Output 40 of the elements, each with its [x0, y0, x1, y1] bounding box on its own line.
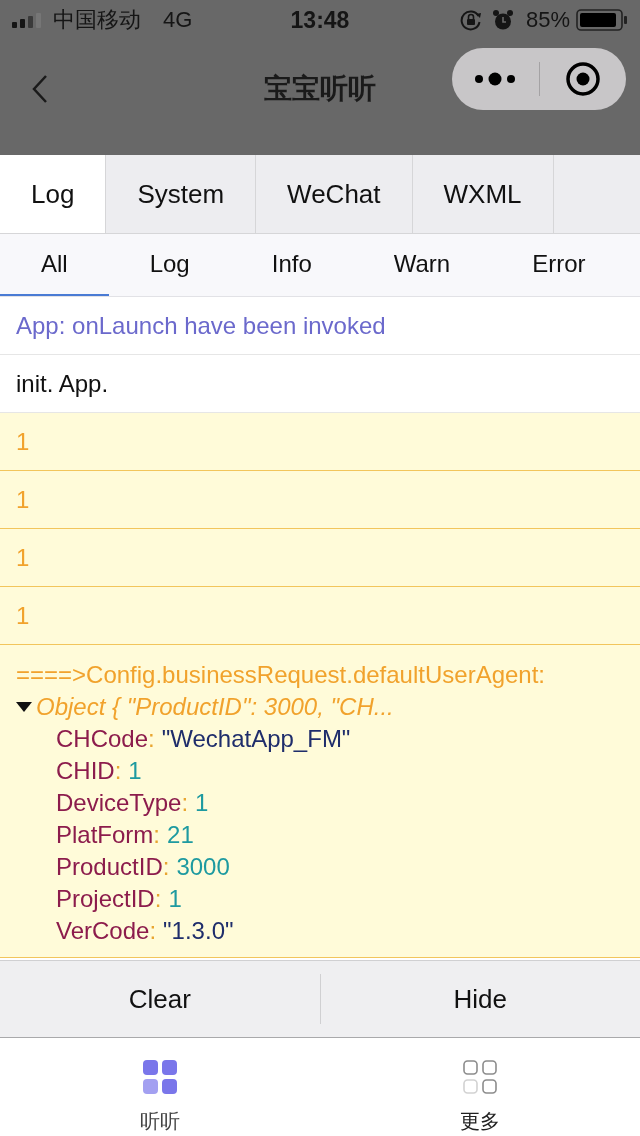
- property-key: ProductID:: [56, 851, 170, 883]
- property-key: CHID:: [56, 755, 122, 787]
- log-entry: 1: [0, 471, 640, 529]
- property-key: DeviceType:: [56, 787, 189, 819]
- panel-tab[interactable]: Log: [0, 155, 107, 233]
- property-key: ProjectID:: [56, 883, 162, 915]
- bottom-tab[interactable]: 更多: [320, 1038, 640, 1136]
- signal-icon: [12, 12, 42, 28]
- action-button[interactable]: Clear: [0, 961, 320, 1037]
- back-icon: [32, 74, 48, 104]
- property-value: "1.3.0": [163, 916, 234, 946]
- rotation-lock-icon: [459, 9, 482, 31]
- battery-percentage: 85%: [525, 7, 570, 33]
- more-icon: [475, 72, 516, 86]
- filter-tab[interactable]: Log: [108, 234, 231, 296]
- log-message: ====>Config.businessRequest.defaultUserAgent:: [16, 660, 547, 690]
- property-value: 1: [168, 884, 182, 914]
- filter-tab[interactable]: Error: [491, 234, 627, 296]
- page-title: 宝宝听听: [263, 72, 377, 106]
- carrier-name: 中国移动: [53, 7, 141, 33]
- network-type: 4G: [163, 7, 193, 33]
- property-value: 1: [195, 788, 209, 818]
- property-key: PlatForm:: [56, 819, 161, 851]
- bottom-tab[interactable]: 听听: [0, 1038, 320, 1136]
- alarm-clock-icon: [491, 9, 514, 31]
- property-value: "WechatApp_FM": [161, 724, 351, 754]
- log-entry: 1: [0, 529, 640, 587]
- log-entry: 1: [0, 587, 640, 645]
- log-entry: 1: [0, 413, 640, 471]
- property-key: VerCode:: [56, 915, 157, 947]
- filter-tab[interactable]: Warn: [352, 234, 492, 296]
- target-icon: [565, 62, 600, 96]
- property-key: CHCode:: [56, 723, 155, 755]
- property-value: 21: [167, 820, 194, 850]
- action-button[interactable]: Hide: [320, 961, 640, 1037]
- battery-icon: [576, 9, 628, 31]
- filter-tab[interactable]: Info: [230, 234, 353, 296]
- property-value: 1: [128, 756, 142, 786]
- property-value: 3000: [176, 852, 230, 882]
- status-time: 13:48: [290, 7, 350, 33]
